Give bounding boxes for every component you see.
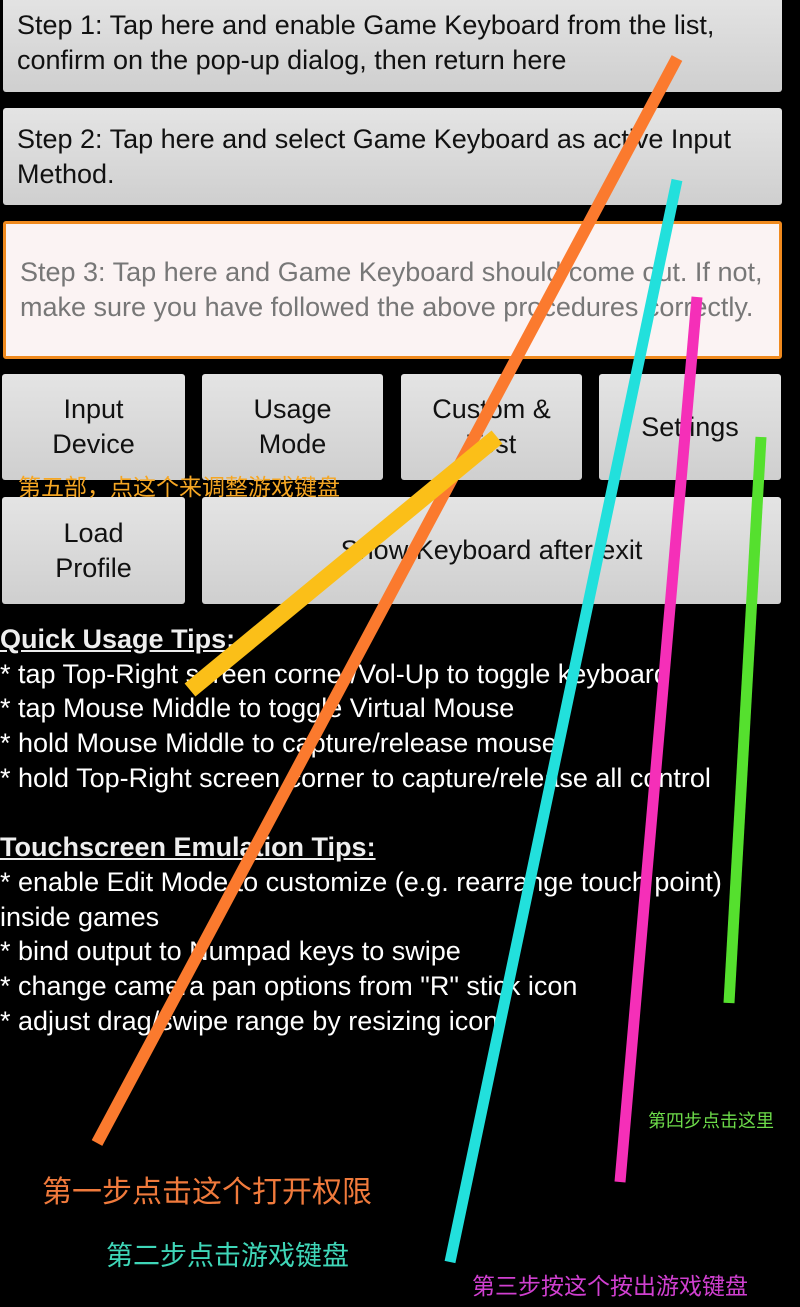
cyan-line <box>444 178 683 1264</box>
annotation-step2: 第二步点击游戏键盘 <box>106 1241 349 1272</box>
annotation-step3: 第三步按这个按出游戏键盘 <box>472 1274 748 1300</box>
annotation-step4: 第四步点击这里 <box>648 1111 774 1132</box>
green-line <box>723 436 767 1004</box>
annotation-step1: 第一步点击这个打开权限 <box>42 1175 372 1210</box>
pink-line <box>614 296 703 1183</box>
annotation-step5: 第五部，点这个来调整游戏键盘 <box>18 475 340 501</box>
